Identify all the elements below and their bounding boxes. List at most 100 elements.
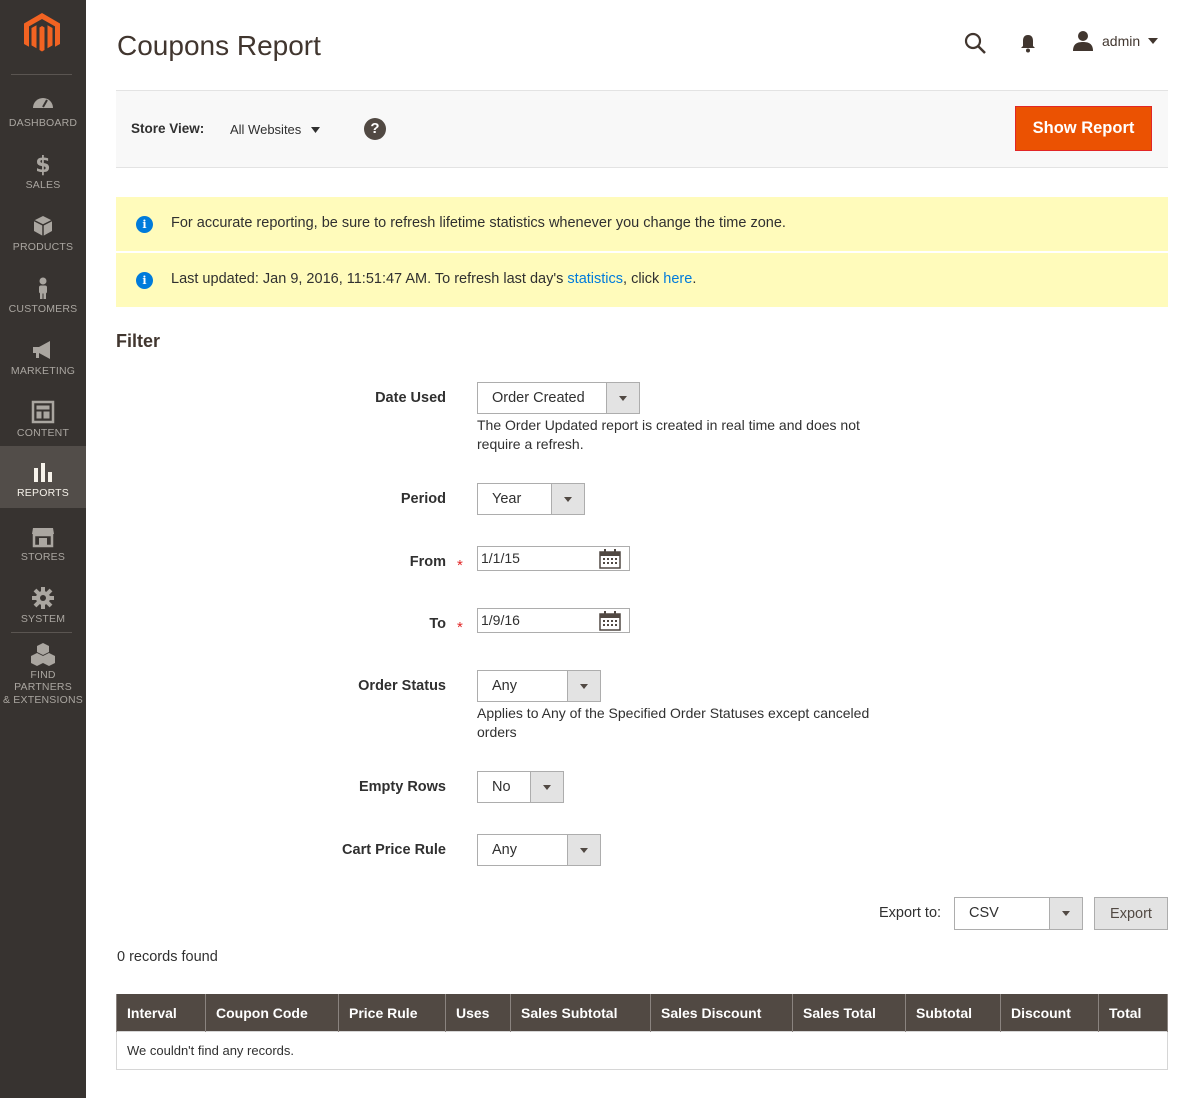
person-icon xyxy=(39,277,47,299)
sidebar-item-content[interactable]: Content xyxy=(0,386,86,448)
notice-text-part: , click xyxy=(623,271,664,287)
report-grid: Interval Coupon Code Price Rule Uses Sal… xyxy=(116,994,1168,1070)
column-header-discount[interactable]: Discount xyxy=(1000,994,1099,1032)
select-arrow xyxy=(606,383,639,413)
column-header-price-rule[interactable]: Price Rule xyxy=(338,994,446,1032)
sidebar-item-customers[interactable]: Customers xyxy=(0,262,86,324)
select-value: CSV xyxy=(969,905,999,921)
dollar-icon: $ xyxy=(35,153,50,176)
here-link[interactable]: here xyxy=(663,271,692,287)
export-button[interactable]: Export xyxy=(1094,897,1168,930)
search-icon[interactable] xyxy=(963,31,987,55)
notice-text-part: . xyxy=(692,271,697,287)
empty-grid-message: We couldn't find any records. xyxy=(116,1031,1168,1070)
box-icon xyxy=(33,216,53,236)
to-date-input[interactable]: 1/9/16 xyxy=(477,608,630,633)
column-header-sales-subtotal[interactable]: Sales Subtotal xyxy=(510,994,651,1032)
grid-header-row: Interval Coupon Code Price Rule Uses Sal… xyxy=(116,994,1168,1032)
empty-rows-label: Empty Rows xyxy=(358,779,446,795)
select-value: Any xyxy=(492,842,517,858)
records-count: 0 records found xyxy=(117,949,218,965)
sidebar-item-label: Content xyxy=(16,427,70,439)
cart-price-rule-select[interactable]: Any xyxy=(477,834,601,866)
user-name: admin xyxy=(1102,33,1141,49)
cubes-icon xyxy=(31,643,55,666)
sidebar-item-marketing[interactable]: Marketing xyxy=(0,324,86,386)
dashboard-icon xyxy=(33,98,53,108)
table-row: We couldn't find any records. xyxy=(116,1031,1168,1070)
column-header-total[interactable]: Total xyxy=(1098,994,1168,1032)
user-icon xyxy=(1073,31,1093,51)
sidebar-item-label: Customers xyxy=(8,303,78,315)
input-value: 1/9/16 xyxy=(481,612,520,628)
column-header-interval[interactable]: Interval xyxy=(116,994,206,1032)
sidebar-divider xyxy=(11,632,72,633)
date-used-label: Date Used xyxy=(375,390,446,406)
period-select[interactable]: Year xyxy=(477,483,585,515)
column-header-sales-total[interactable]: Sales Total xyxy=(792,994,906,1032)
column-header-uses[interactable]: Uses xyxy=(445,994,511,1032)
order-status-note: Applies to Any of the Specified Order St… xyxy=(477,705,870,740)
storefront-icon xyxy=(32,528,54,548)
sidebar-item-stores[interactable]: Stores xyxy=(0,510,86,572)
calendar-icon[interactable] xyxy=(599,549,621,569)
select-arrow xyxy=(530,772,563,802)
sidebar-item-label: Sales xyxy=(25,179,61,191)
order-status-select[interactable]: Any xyxy=(477,670,601,702)
filter-title: Filter xyxy=(116,331,161,351)
required-marker: * xyxy=(457,619,463,636)
calendar-icon[interactable] xyxy=(599,611,621,631)
column-header-coupon-code[interactable]: Coupon Code xyxy=(205,994,339,1032)
empty-rows-select[interactable]: No xyxy=(477,771,564,803)
sidebar-item-products[interactable]: Products xyxy=(0,200,86,262)
sidebar-item-label: Dashboard xyxy=(8,117,78,129)
bar-chart-icon xyxy=(34,463,52,482)
column-header-subtotal[interactable]: Subtotal xyxy=(905,994,1001,1032)
page-title: Coupons Report xyxy=(117,30,321,61)
caret-down-icon xyxy=(311,126,321,133)
store-switcher-bar: Store View: All Websites ? Show Report xyxy=(116,90,1168,168)
select-arrow xyxy=(551,484,584,514)
select-value: Any xyxy=(492,678,517,694)
notice-message: i For accurate reporting, be sure to ref… xyxy=(116,197,1168,251)
notice-text-part: Last updated: Jan 9, 2016, 11:51:47 AM. … xyxy=(171,271,568,287)
magento-logo[interactable] xyxy=(20,10,64,54)
sidebar-item-dashboard[interactable]: Dashboard xyxy=(0,76,86,138)
statistics-link[interactable]: statistics xyxy=(567,271,623,287)
store-view-dropdown[interactable]: All Websites xyxy=(230,122,321,137)
layout-icon xyxy=(31,400,55,424)
input-value: 1/1/15 xyxy=(481,550,520,566)
notice-text: Last updated: Jan 9, 2016, 11:51:47 AM. … xyxy=(171,271,696,287)
help-icon[interactable]: ? xyxy=(364,118,386,140)
select-arrow xyxy=(1049,898,1082,929)
sidebar-item-label: Stores xyxy=(20,551,66,563)
bell-icon[interactable] xyxy=(1018,33,1038,53)
sidebar-item-sales[interactable]: $ Sales xyxy=(0,138,86,200)
sidebar-item-label: & Extensions xyxy=(2,694,83,706)
export-format-select[interactable]: CSV xyxy=(954,897,1083,930)
select-value: No xyxy=(492,779,511,795)
to-label: To xyxy=(429,616,446,632)
sidebar-item-label: System xyxy=(20,613,66,625)
from-label: From xyxy=(409,554,446,570)
sidebar-item-system[interactable]: System xyxy=(0,572,86,634)
date-used-select[interactable]: Order Created xyxy=(477,382,640,414)
select-value: Year xyxy=(492,491,522,507)
sidebar-item-find-partners[interactable]: Find Partners & Extensions xyxy=(0,634,86,706)
cart-price-rule-label: Cart Price Rule xyxy=(342,842,446,858)
store-view-value: All Websites xyxy=(230,122,302,137)
from-date-input[interactable]: 1/1/15 xyxy=(477,546,630,571)
user-menu[interactable]: admin xyxy=(1072,30,1159,52)
show-report-button[interactable]: Show Report xyxy=(1015,106,1152,151)
sidebar-item-label: Reports xyxy=(17,487,69,499)
megaphone-icon xyxy=(33,341,50,359)
export-label: Export to: xyxy=(879,905,942,921)
column-header-sales-discount[interactable]: Sales Discount xyxy=(650,994,793,1032)
select-value: Order Created xyxy=(492,390,585,406)
sidebar-item-reports[interactable]: Reports xyxy=(0,446,86,508)
info-icon: i xyxy=(136,216,153,233)
select-arrow xyxy=(567,835,600,865)
info-icon: i xyxy=(136,272,153,289)
order-status-label: Order Status xyxy=(358,678,446,694)
gear-icon xyxy=(32,587,54,609)
